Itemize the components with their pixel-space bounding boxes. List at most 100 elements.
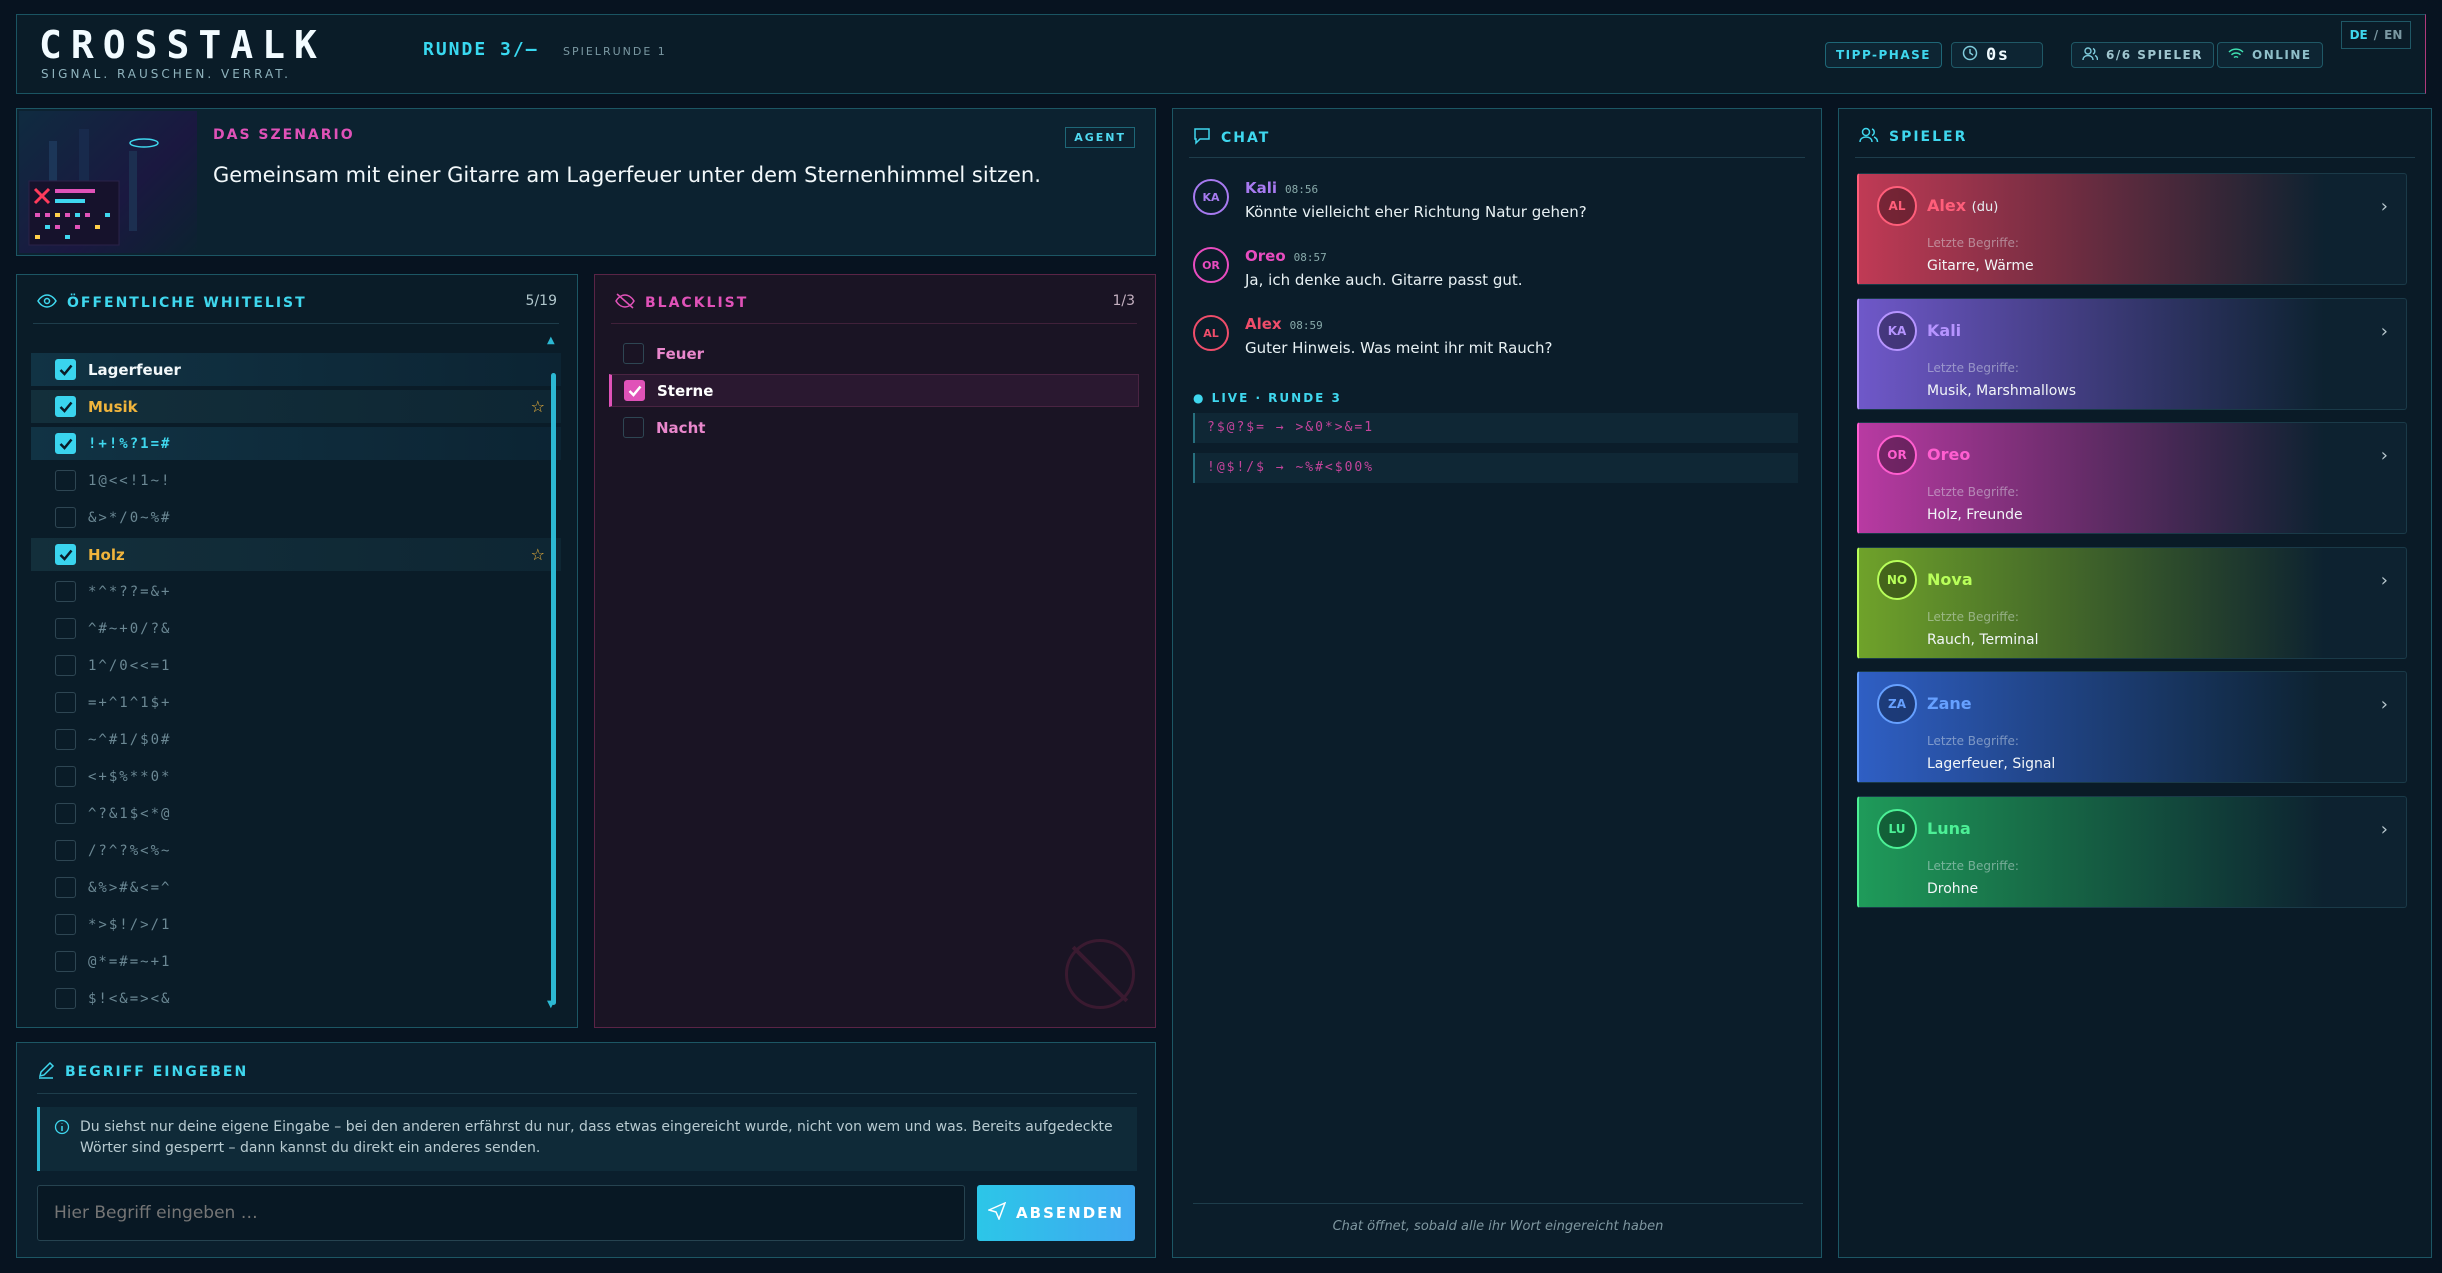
whitelist-item[interactable]: =+^1^1$+ — [31, 686, 561, 719]
checkbox[interactable] — [55, 729, 76, 750]
message-time: 08:56 — [1285, 183, 1319, 196]
language-switcher[interactable]: DE / EN — [2341, 21, 2411, 49]
round-indicator: RUNDE 3/– — [423, 39, 539, 60]
whitelist-item[interactable]: ^?&1$<*@ — [31, 797, 561, 830]
checkbox[interactable] — [624, 380, 645, 401]
scroll-up-icon[interactable]: ▲ — [547, 335, 555, 346]
players-header: SPIELER — [1859, 127, 1967, 147]
submit-button[interactable]: ABSENDEN — [977, 1185, 1135, 1241]
wifi-icon — [2228, 47, 2244, 63]
whitelist-item[interactable]: $!<&=><& — [31, 982, 561, 1015]
whitelist-item[interactable]: ~^#1/$0# — [31, 723, 561, 756]
whitelist-item-label: =+^1^1$+ — [88, 694, 172, 711]
whitelist-item[interactable]: 1@<<!1~! — [31, 464, 561, 497]
player-name: Alex (du) — [1927, 196, 1998, 215]
checkbox[interactable] — [623, 343, 644, 364]
whitelist-scrollbar[interactable] — [551, 373, 556, 1005]
checkbox[interactable] — [623, 417, 644, 438]
whitelist-item[interactable]: 1^/0<<=1 — [31, 649, 561, 682]
blacklist-item[interactable]: Sterne — [609, 374, 1139, 407]
divider — [33, 323, 559, 324]
subround-label: SPIELRUNDE 1 — [563, 45, 667, 58]
whitelist-item[interactable]: @*=#=~+1 — [31, 945, 561, 978]
scroll-down-icon[interactable]: ▼ — [547, 999, 555, 1010]
player-card[interactable]: OR Oreo Letzte Begriffe: Holz, Freunde › — [1857, 422, 2407, 534]
whitelist-item[interactable]: !+!%?1=# — [31, 427, 561, 460]
player-card[interactable]: LU Luna Letzte Begriffe: Drohne › — [1857, 795, 2407, 908]
whitelist-item[interactable]: <+$%**0* — [31, 760, 561, 793]
checkbox[interactable] — [55, 877, 76, 898]
whitelist-item[interactable]: *>$!/>/1 — [31, 908, 561, 941]
star-icon[interactable]: ☆ — [531, 545, 545, 564]
player-card[interactable]: ZA Zane Letzte Begriffe: Lagerfeuer, Signa… — [1857, 671, 2407, 783]
checkbox[interactable] — [55, 766, 76, 787]
checkbox[interactable] — [55, 507, 76, 528]
checkbox[interactable] — [55, 618, 76, 639]
player-card[interactable]: KA Kali Letzte Begriffe: Musik, Marshmallo… — [1857, 297, 2407, 410]
checkbox[interactable] — [55, 396, 76, 417]
lang-en[interactable]: EN — [2384, 28, 2402, 42]
chat-message: KA Kali 08:56 Könnte vielleicht eher Richtu… — [1193, 179, 1793, 229]
player-name-text: Nova — [1927, 569, 1973, 589]
whitelist-item[interactable]: &>*/0~%# — [31, 501, 561, 534]
checkbox[interactable] — [55, 692, 76, 713]
chevron-right-icon[interactable]: › — [2381, 819, 2388, 840]
checkbox[interactable] — [55, 655, 76, 676]
top-bar: CROSSTALK SIGNAL. RAUSCHEN. VERRAT. RUND… — [16, 14, 2426, 94]
whitelist-panel: ÖFFENTLICHE WHITELIST 5/19 Lagerfeuer Mus… — [16, 274, 578, 1028]
whitelist-item-label: ^#~+0/?& — [88, 620, 172, 637]
chevron-right-icon[interactable]: › — [2381, 321, 2388, 342]
player-count-badge: 6/6 SPIELER — [2071, 42, 2214, 68]
player-name: Nova — [1927, 570, 1973, 589]
message-time: 08:57 — [1293, 251, 1327, 264]
users-icon — [1859, 127, 1879, 147]
avatar: NO — [1877, 559, 1917, 600]
chevron-right-icon[interactable]: › — [2381, 694, 2388, 715]
whitelist-item[interactable]: &%>#&<=^ — [31, 871, 561, 904]
chat-panel: CHAT KA Kali 08:56 Könnte vielleicht eher R… — [1172, 108, 1822, 1258]
divider — [37, 1093, 1137, 1094]
checkbox[interactable] — [55, 470, 76, 491]
last-terms: Rauch, Terminal — [1927, 631, 2039, 648]
checkbox[interactable] — [55, 951, 76, 972]
whitelist-item-label: ^?&1$<*@ — [88, 805, 172, 822]
whitelist-item[interactable]: ^#~+0/?& — [31, 612, 561, 645]
chat-icon — [1193, 127, 1211, 149]
chevron-right-icon[interactable]: › — [2381, 570, 2388, 591]
checkbox[interactable] — [55, 544, 76, 565]
checkbox[interactable] — [55, 359, 76, 380]
blacklist-item[interactable]: Feuer — [609, 337, 1139, 370]
chevron-right-icon[interactable]: › — [2381, 196, 2388, 217]
avatar-initials: AL — [1888, 199, 1906, 213]
whitelist-item[interactable]: *^*??=&+ — [31, 575, 561, 608]
whitelist-item[interactable]: Holz ☆ — [31, 538, 561, 571]
checkbox[interactable] — [55, 988, 76, 1009]
player-card[interactable]: NO Nova Letzte Begriffe: Rauch, Terminal › — [1857, 546, 2407, 659]
checkbox[interactable] — [55, 840, 76, 861]
player-card[interactable]: AL Alex (du) Letzte Begriffe: Gitarre, Wärm… — [1857, 173, 2407, 285]
player-name-text: Oreo — [1927, 445, 1971, 464]
phase-badge: TIPP-PHASE — [1825, 42, 1942, 68]
live-dot-icon: ● — [1193, 391, 1206, 405]
term-input[interactable] — [37, 1185, 965, 1241]
last-terms: Holz, Freunde — [1927, 507, 2023, 523]
whitelist-item[interactable]: /?^?%<%~ — [31, 834, 561, 867]
star-icon[interactable]: ☆ — [531, 397, 545, 416]
player-name-text: Luna — [1927, 818, 1971, 838]
scenario-illustration — [19, 111, 197, 253]
avatar-initials: OR — [1887, 448, 1907, 462]
blacklist-count: 1/3 — [1112, 293, 1135, 309]
scenario-text: Gemeinsam mit einer Gitarre am Lagerfeue… — [213, 163, 1041, 187]
checkbox[interactable] — [55, 914, 76, 935]
chevron-right-icon[interactable]: › — [2381, 445, 2388, 466]
whitelist-item-label: Musik — [88, 397, 138, 416]
checkbox[interactable] — [55, 433, 76, 454]
whitelist-item[interactable]: Lagerfeuer — [31, 353, 561, 386]
checkbox[interactable] — [55, 803, 76, 824]
lang-de[interactable]: DE — [2350, 28, 2368, 42]
message-text: Ja, ich denke auch. Gitarre passt gut. — [1245, 271, 1523, 289]
whitelist-item[interactable]: Musik ☆ — [31, 390, 561, 423]
avatar: ZA — [1877, 684, 1917, 724]
checkbox[interactable] — [55, 581, 76, 602]
blacklist-item[interactable]: Nacht — [609, 411, 1139, 444]
